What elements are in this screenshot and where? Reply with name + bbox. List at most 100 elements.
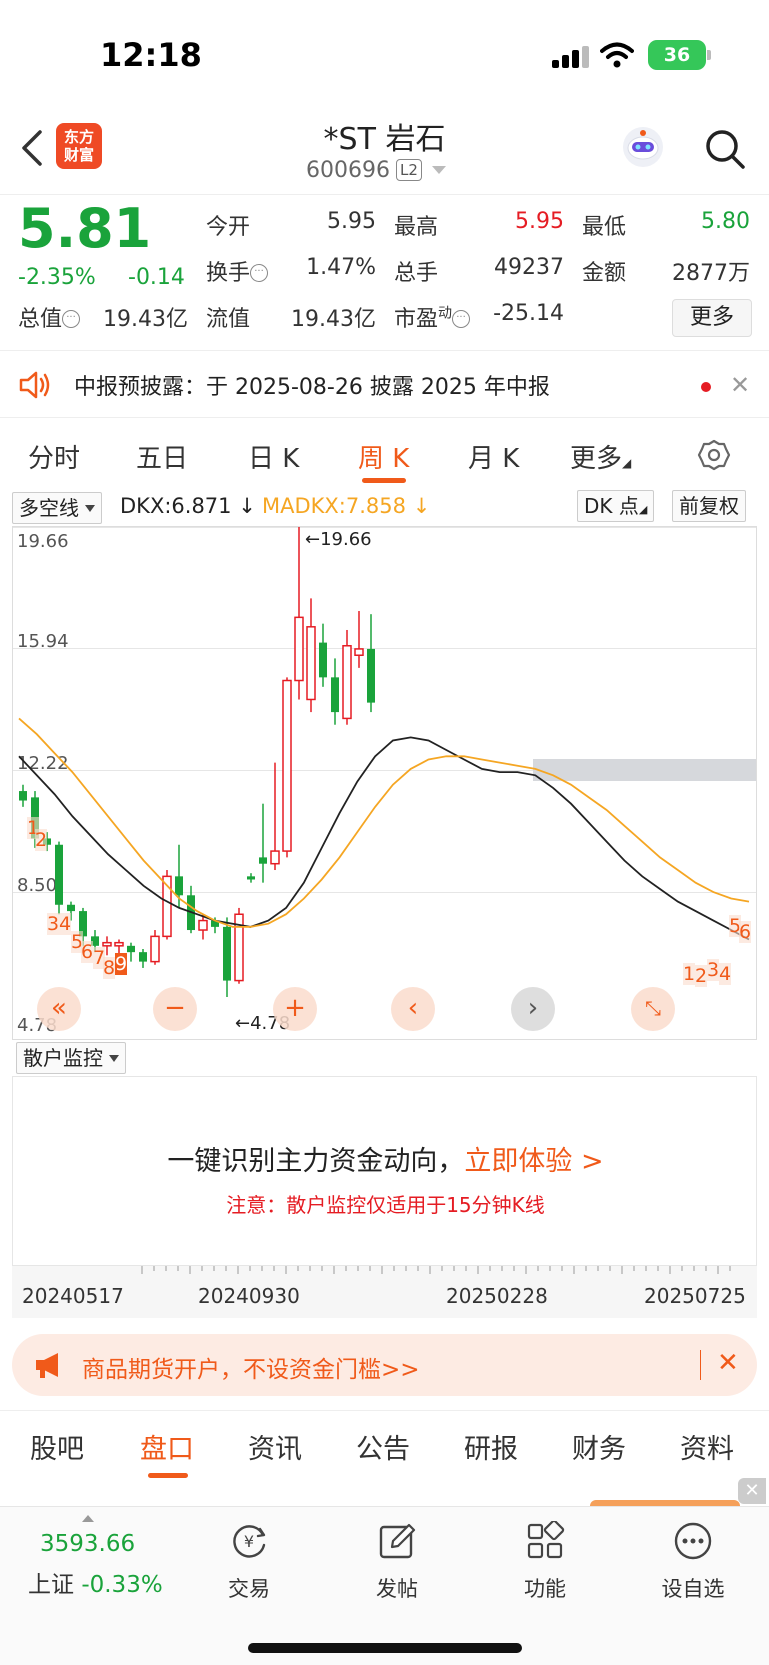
promo-banner[interactable]: 商品期货开户，不设资金门槛>> ✕ — [12, 1334, 757, 1396]
date-ticks — [141, 1266, 731, 1274]
indicator-select-label: 多空线 — [19, 496, 79, 520]
dk-marker: 8 — [103, 957, 116, 979]
candle-body — [114, 941, 124, 947]
battery-indicator: 36 — [648, 40, 706, 70]
dk-marker: 4 — [719, 963, 732, 985]
tab-five-day[interactable]: 五日 — [136, 438, 188, 475]
tab-monthly-k[interactable]: 月 K — [468, 438, 519, 475]
series-line-madkx — [18, 717, 750, 928]
tab-profile[interactable]: 资料 — [680, 1427, 734, 1466]
candle-body — [294, 616, 304, 682]
candle-body — [127, 945, 135, 953]
l2-badge: L2 — [395, 159, 422, 181]
candle-body — [150, 935, 160, 963]
scroll-left-button[interactable]: ‹ — [391, 987, 435, 1031]
functions-button[interactable]: 功能 — [500, 1519, 590, 1603]
dk-point-select[interactable]: DK 点◢ — [577, 490, 655, 522]
corner-triangle-icon: ◢ — [622, 456, 632, 470]
candle-body — [259, 857, 267, 864]
tab-research[interactable]: 研报 — [464, 1427, 518, 1466]
speaker-icon — [19, 371, 50, 399]
close-icon[interactable]: ✕ — [730, 371, 750, 399]
gear-icon[interactable] — [697, 438, 731, 472]
trade-label: 交易 — [228, 1577, 270, 1601]
tab-announcements[interactable]: 公告 — [356, 1427, 410, 1466]
info-icon: ··· — [62, 310, 81, 328]
robot-assistant-icon[interactable] — [620, 124, 666, 170]
candle-body — [306, 626, 316, 701]
pe-label-text: 市盈 — [394, 307, 439, 332]
more-button[interactable]: 更多 — [672, 299, 752, 337]
tab-financials[interactable]: 财务 — [572, 1427, 626, 1466]
max-price-marker: ←19.66 — [305, 529, 372, 550]
retail-promo-line[interactable]: 一键识别主力资金动向，立即体验 > — [13, 1139, 758, 1178]
tab-news[interactable]: 资讯 — [248, 1427, 302, 1466]
amount-value: 2877万 — [672, 261, 750, 286]
turnover-value: 1.47% — [306, 255, 376, 280]
tab-orderbook[interactable]: 盘口 — [140, 1427, 194, 1466]
candle-body — [342, 645, 352, 720]
madkx-text: MADKX:7.858 — [262, 494, 407, 518]
retail-main-text: 一键识别主力资金动向， — [167, 1146, 465, 1177]
change-percent: -2.35% — [18, 265, 96, 290]
info-icon: ··· — [250, 264, 269, 282]
dk-marker: 9 — [115, 953, 128, 975]
index-change: -0.33% — [81, 1572, 163, 1598]
search-icon[interactable] — [704, 128, 746, 170]
mktcap-value: 19.43亿 — [103, 307, 188, 332]
detail-tabs: 股吧 盘口 资讯 公告 研报 财务 资料 — [0, 1410, 769, 1480]
index-name-text: 上证 — [28, 1572, 74, 1598]
turnover-label-text: 换手 — [206, 261, 251, 286]
scroll-right-button[interactable]: › — [511, 987, 555, 1031]
turnover-label[interactable]: 换手 ··· — [206, 255, 269, 287]
add-watchlist-button[interactable]: 设自选 — [648, 1521, 738, 1603]
dk-marker: 2 — [695, 965, 708, 987]
tab-forum[interactable]: 股吧 — [30, 1427, 84, 1466]
candle-body — [67, 904, 75, 912]
close-icon[interactable]: ✕ — [717, 1348, 739, 1378]
zoom-out-button[interactable]: − — [153, 987, 197, 1031]
x-tick-label: 20240517 — [22, 1284, 124, 1308]
candle-body — [175, 876, 183, 896]
amount-label: 金额 — [582, 261, 627, 286]
retail-monitor-select[interactable]: 散户监控 — [16, 1042, 126, 1074]
tab-daily-k[interactable]: 日 K — [248, 438, 299, 475]
float-value: 19.43亿 — [291, 307, 376, 332]
adjust-select[interactable]: 前复权 — [672, 490, 746, 522]
dk-marker: 2 — [35, 829, 48, 851]
mktcap-label[interactable]: 总值 ··· — [18, 301, 81, 333]
fullscreen-icon[interactable]: ⤡ — [631, 987, 675, 1031]
divider — [700, 1350, 701, 1380]
corner-triangle-icon: ◢ — [638, 503, 648, 516]
notice-bar[interactable]: 中报预披露：于 2025-08-26 披露 2025 年中报 ✕ — [0, 350, 769, 418]
dkx-text: DKX:6.871 — [120, 494, 232, 518]
megaphone-icon — [36, 1353, 58, 1378]
trade-button[interactable]: ¥ 交易 — [204, 1521, 294, 1603]
kline-chart[interactable]: 19.66 15.94 12.22 8.50 4.78 ←19.66 ←4.78… — [12, 526, 757, 1040]
low-label: 最低 — [582, 215, 627, 240]
battery-tip — [707, 50, 711, 60]
period-tabs: 分时 五日 日 K 周 K 月 K 更多◢ — [0, 418, 769, 490]
index-value[interactable]: 3593.66 — [40, 1531, 135, 1557]
chevron-up-icon — [82, 1515, 94, 1522]
candle-body — [270, 850, 280, 865]
tab-more[interactable]: 更多◢ — [570, 438, 631, 475]
close-icon[interactable]: ✕ — [738, 1478, 766, 1504]
tab-intraday[interactable]: 分时 — [28, 438, 80, 475]
dkx-value: DKX:6.871 ↓ — [120, 494, 256, 518]
dk-marker: 6 — [81, 941, 94, 963]
fast-rewind-button[interactable]: « — [37, 987, 81, 1031]
try-now-link[interactable]: 立即体验 > — [464, 1146, 603, 1177]
tab-more-label: 更多 — [570, 444, 623, 474]
x-tick-label: 20250228 — [446, 1284, 548, 1308]
post-button[interactable]: 发帖 — [352, 1521, 442, 1603]
pe-label[interactable]: 市盈动 ··· — [394, 301, 471, 333]
indicator-select[interactable]: 多空线 — [12, 492, 102, 524]
candle-body — [19, 791, 27, 801]
zoom-in-button[interactable]: + — [273, 987, 317, 1031]
tab-weekly-k[interactable]: 周 K — [358, 438, 409, 475]
index-name[interactable]: 上证 -0.33% — [28, 1565, 163, 1599]
stock-code-row[interactable]: 600696 L2 — [306, 158, 446, 183]
resistance-zone — [533, 759, 756, 781]
edit-post-icon — [379, 1523, 416, 1559]
